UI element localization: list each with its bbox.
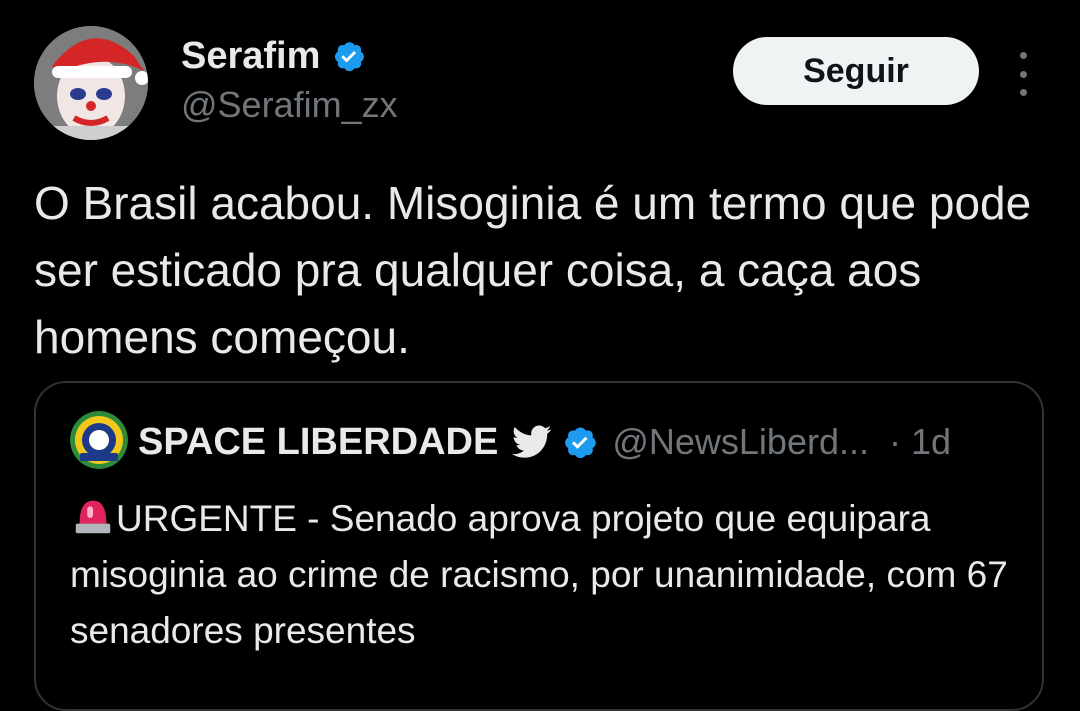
quoted-author-name[interactable]: SPACE LIBERDADE [138,421,498,464]
tweet-text: O Brasil acabou. Misoginia é um termo qu… [34,177,1032,363]
author-name-text: Serafim [181,35,321,77]
verified-icon [565,427,597,459]
siren-icon [75,500,111,534]
quoted-text-block: URGENTE - Senado aprova projeto que equi… [70,491,1030,659]
verified-icon [335,42,365,72]
quoted-timestamp[interactable]: · 1d [889,421,951,463]
quoted-header: SPACE LIBERDADE @NewsLiberd... · 1d [138,419,951,465]
author-name[interactable]: Serafim [181,34,366,78]
author-handle[interactable]: @Serafim_zx [181,84,398,126]
twitter-bird-icon [512,425,552,458]
more-options-icon[interactable] [1008,52,1038,96]
quoted-tweet[interactable]: SPACE LIBERDADE @NewsLiberd... · 1d URGE… [34,381,1044,711]
quoted-author-avatar[interactable] [70,411,128,469]
follow-button[interactable]: Seguir [733,37,979,105]
quoted-text: URGENTE - Senado aprova projeto que equi… [70,498,1008,651]
author-avatar[interactable] [34,26,148,140]
quoted-author-handle[interactable]: @NewsLiberd... [612,421,869,463]
